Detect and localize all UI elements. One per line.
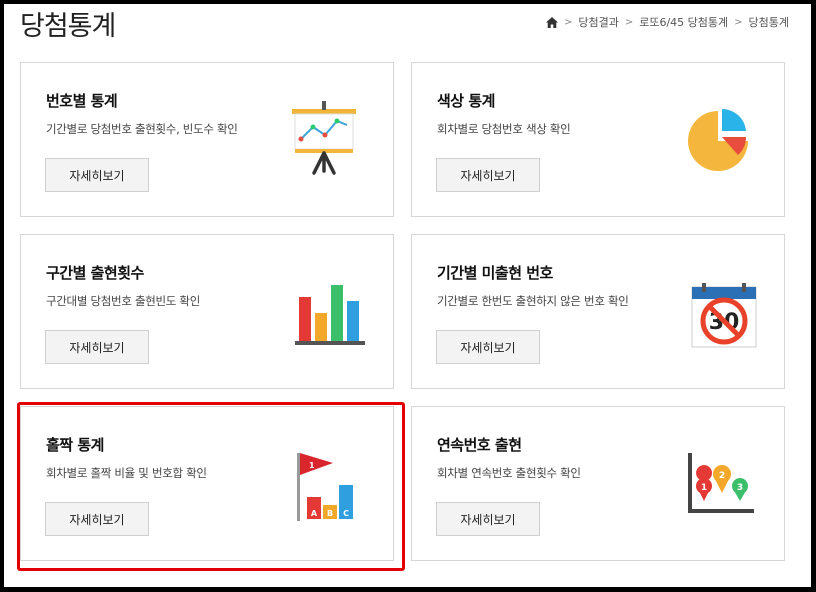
- chevron-right-icon: >: [624, 16, 634, 28]
- card-title: 연속번호 출현: [437, 436, 522, 454]
- detail-button[interactable]: 자세히보기: [45, 330, 149, 364]
- card-odd-even-stats: 홀짝 통계 회차별로 홀짝 비율 및 번호합 확인 자세히보기 1 A B C: [20, 406, 394, 561]
- card-consecutive-numbers: 연속번호 출현 회차별 연속번호 출현횟수 확인 자세히보기 1 2 3: [411, 406, 785, 561]
- breadcrumb-item-lotto-stats[interactable]: 로또6/45 당첨통계: [639, 14, 728, 30]
- detail-button[interactable]: 자세히보기: [436, 330, 540, 364]
- card-title: 색상 통계: [437, 92, 495, 110]
- card-desc: 기간별로 당첨번호 출현횟수, 빈도수 확인: [46, 122, 238, 136]
- breadcrumb: > 당첨결과 > 로또6/45 당첨통계 > 당첨통계: [545, 14, 789, 30]
- card-title: 번호별 통계: [46, 92, 118, 110]
- bar-label: B: [327, 509, 333, 518]
- calendar-no-30-icon: 30: [691, 283, 757, 348]
- breadcrumb-item-results[interactable]: 당첨결과: [578, 14, 618, 30]
- bar-chart-icon: [295, 285, 365, 345]
- card-number-stats: 번호별 통계 기간별로 당첨번호 출현횟수, 빈도수 확인 자세히보기: [20, 62, 394, 217]
- detail-button[interactable]: 자세히보기: [436, 502, 540, 536]
- home-icon[interactable]: [545, 16, 558, 28]
- pin-label: 3: [737, 483, 743, 493]
- card-desc: 회차별로 당첨번호 색상 확인: [437, 122, 571, 136]
- card-range-frequency: 구간별 출현횟수 구간대별 당첨번호 출현빈도 확인 자세히보기: [20, 234, 394, 389]
- pie-chart-icon: [688, 108, 748, 171]
- map-pin-graph-icon: 1 2 3: [688, 453, 754, 513]
- flag-number: 1: [309, 461, 315, 470]
- flag-abc-chart-icon: 1 A B C: [297, 453, 353, 521]
- card-desc: 회차별로 홀짝 비율 및 번호합 확인: [46, 466, 207, 480]
- pin-label: 1: [701, 483, 707, 493]
- chevron-right-icon: >: [734, 16, 743, 28]
- bar-label: C: [343, 509, 349, 518]
- card-title: 구간별 출현횟수: [46, 264, 144, 282]
- presentation-line-chart-icon: [292, 101, 356, 175]
- page-frame: 당첨통계 > 당첨결과 > 로또6/45 당첨통계 > 당첨통계 번호별 통계 …: [4, 4, 811, 587]
- detail-button[interactable]: 자세히보기: [45, 502, 149, 536]
- card-desc: 기간별로 한번도 출현하지 않은 번호 확인: [437, 294, 629, 308]
- page-title: 당첨통계: [20, 11, 116, 42]
- detail-button[interactable]: 자세히보기: [45, 158, 149, 192]
- pin-label: 2: [719, 471, 725, 481]
- breadcrumb-item-current: 당첨통계: [748, 16, 789, 29]
- card-title: 기간별 미출현 번호: [437, 264, 553, 282]
- chevron-right-icon: >: [563, 16, 573, 28]
- bar-label: A: [311, 509, 318, 518]
- card-color-stats: 색상 통계 회차별로 당첨번호 색상 확인 자세히보기: [411, 62, 785, 217]
- card-desc: 회차별 연속번호 출현횟수 확인: [437, 466, 581, 480]
- detail-button[interactable]: 자세히보기: [436, 158, 540, 192]
- card-title: 홀짝 통계: [46, 436, 104, 454]
- card-desc: 구간대별 당첨번호 출현빈도 확인: [46, 294, 200, 308]
- card-non-appearance: 기간별 미출현 번호 기간별로 한번도 출현하지 않은 번호 확인 자세히보기 …: [411, 234, 785, 389]
